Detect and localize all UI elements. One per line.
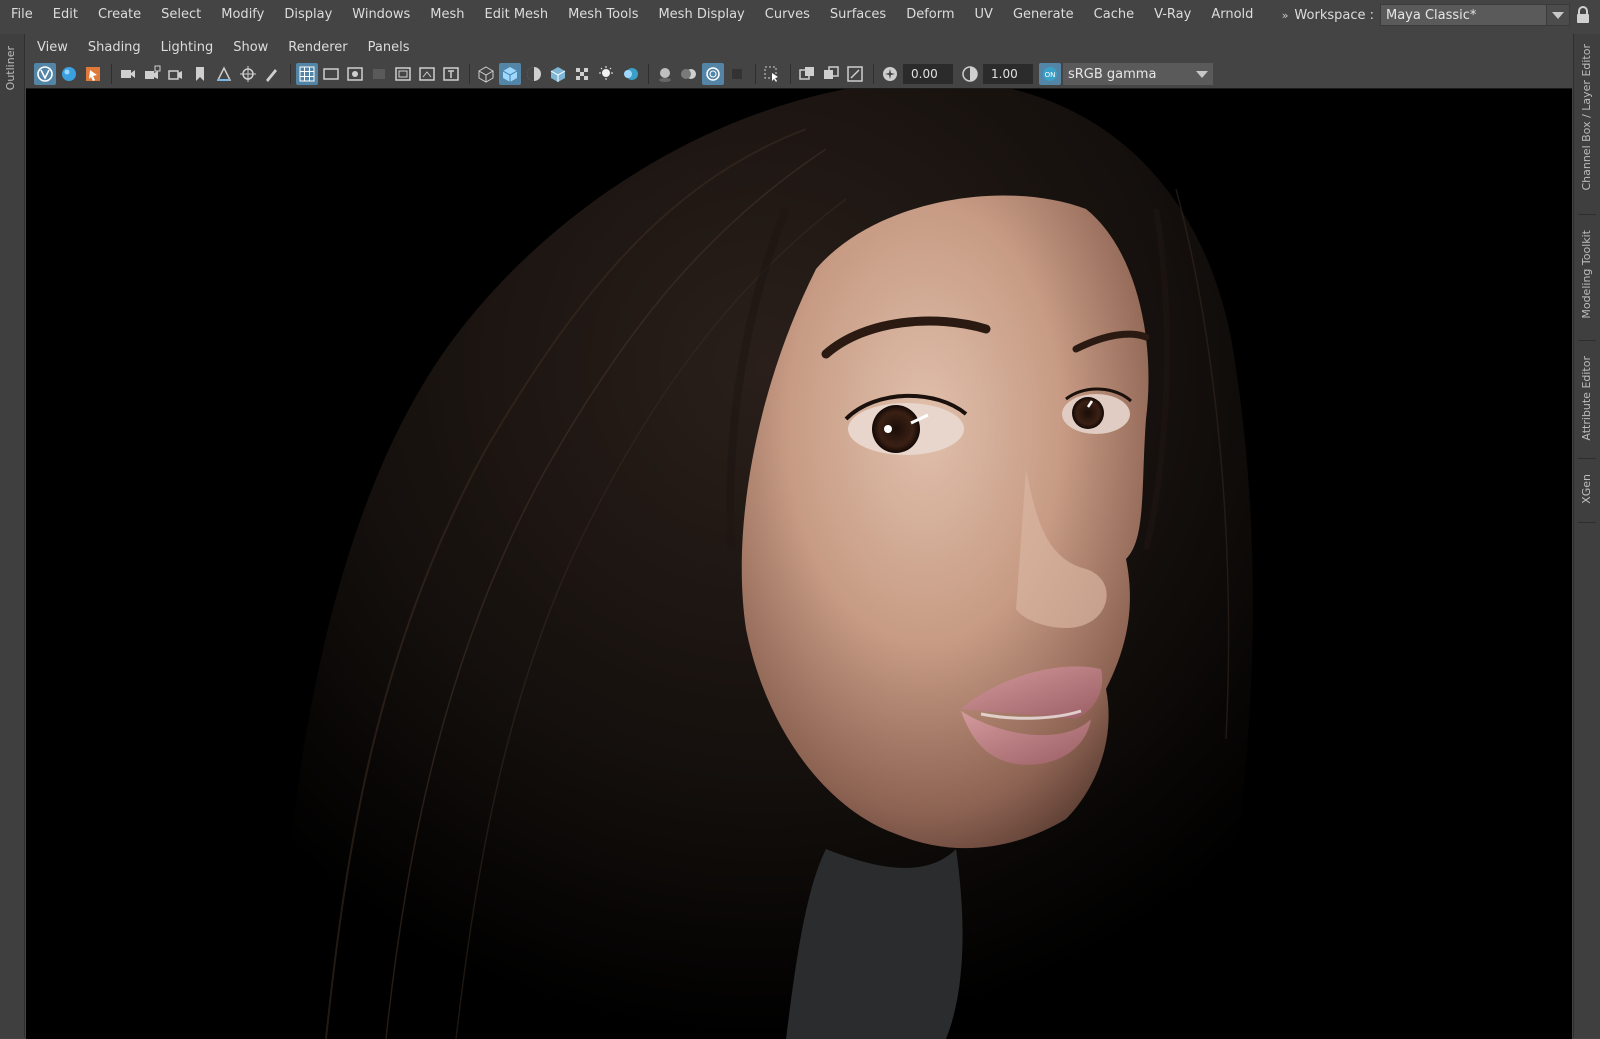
panel-menu-lighting[interactable]: Lighting (151, 36, 224, 60)
main-menu-bar: File Edit Create Select Modify Display W… (0, 0, 1600, 30)
menu-mesh-tools[interactable]: Mesh Tools (558, 0, 648, 30)
toolbar-separator (469, 64, 470, 84)
workspace-label: Workspace : (1294, 7, 1374, 23)
select-camera-icon[interactable] (117, 63, 139, 85)
wireframe-icon[interactable] (475, 63, 497, 85)
gamma-field[interactable]: 1.00 (983, 64, 1033, 84)
isolate-select-icon[interactable] (761, 63, 783, 85)
use-default-material-icon[interactable] (523, 63, 545, 85)
x-ray-joints-icon[interactable] (844, 63, 866, 85)
field-chart-icon[interactable] (392, 63, 414, 85)
smooth-shade-icon[interactable] (499, 63, 521, 85)
color-space-dropdown[interactable]: sRGB gamma (1063, 63, 1213, 85)
menu-v-ray[interactable]: V-Ray (1144, 0, 1201, 30)
menu-windows[interactable]: Windows (342, 0, 420, 30)
select-tool-icon[interactable] (82, 63, 104, 85)
depth-of-field-icon[interactable] (726, 63, 748, 85)
two-d-pan-zoom-icon[interactable] (237, 63, 259, 85)
toolbar-separator (755, 64, 756, 84)
panel-menu-renderer[interactable]: Renderer (278, 36, 357, 60)
toolbar-separator (873, 64, 874, 84)
menu-display[interactable]: Display (274, 0, 342, 30)
svg-text:ON: ON (1045, 71, 1056, 79)
menu-cache[interactable]: Cache (1084, 0, 1144, 30)
panel-menu-shading[interactable]: Shading (78, 36, 151, 60)
toolbar-separator (648, 64, 649, 84)
menu-edit[interactable]: Edit (43, 0, 88, 30)
viewport[interactable] (26, 88, 1572, 1039)
menu-modify[interactable]: Modify (211, 0, 274, 30)
image-plane-icon[interactable] (213, 63, 235, 85)
menu-surfaces[interactable]: Surfaces (820, 0, 896, 30)
multisample-aa-icon[interactable] (702, 63, 724, 85)
lock-icon[interactable] (1576, 6, 1590, 24)
modeling-toolkit-tab[interactable]: Modeling Toolkit (1580, 230, 1593, 319)
film-gate-icon[interactable] (320, 63, 342, 85)
menu-file[interactable]: File (0, 0, 43, 30)
tab-divider (1578, 214, 1596, 215)
exposure-icon[interactable] (879, 63, 901, 85)
right-side-panel: Channel Box / Layer Editor Modeling Tool… (1573, 34, 1600, 1038)
tab-divider (1578, 340, 1596, 341)
use-all-lights-icon[interactable] (595, 63, 617, 85)
render-sphere-icon[interactable] (58, 63, 80, 85)
left-side-panel: Outliner (0, 34, 25, 1038)
chevron-down-icon[interactable] (1191, 64, 1213, 84)
panel-menu-bar: View Shading Lighting Show Renderer Pane… (26, 36, 1572, 60)
toolbar-separator (111, 64, 112, 84)
screen-space-ao-icon[interactable] (654, 63, 676, 85)
menu-create[interactable]: Create (88, 0, 151, 30)
shadows-icon[interactable] (619, 63, 641, 85)
menu-select[interactable]: Select (151, 0, 211, 30)
menu-edit-mesh[interactable]: Edit Mesh (475, 0, 559, 30)
workspace-dropdown[interactable]: Maya Classic* (1380, 4, 1570, 26)
lock-camera-icon[interactable] (141, 63, 163, 85)
tab-divider (1578, 522, 1596, 523)
outliner-tab[interactable]: Outliner (4, 46, 17, 90)
grease-pencil-icon[interactable] (261, 63, 283, 85)
menu-deform[interactable]: Deform (896, 0, 964, 30)
color-space-value: sRGB gamma (1068, 66, 1157, 82)
panel-menu-panels[interactable]: Panels (358, 36, 420, 60)
render-image (26, 89, 1572, 1039)
menu-mesh[interactable]: Mesh (420, 0, 474, 30)
bookmarks-icon[interactable] (189, 63, 211, 85)
safe-action-icon[interactable] (416, 63, 438, 85)
wireframe-on-shaded-icon[interactable] (547, 63, 569, 85)
menu-generate[interactable]: Generate (1003, 0, 1084, 30)
tab-divider (1578, 458, 1596, 459)
double-chevron-icon[interactable]: » (1282, 9, 1289, 22)
workspace-area: » Workspace : Maya Classic* (1282, 4, 1570, 26)
textured-icon[interactable] (571, 63, 593, 85)
v-ray-icon[interactable] (34, 63, 56, 85)
resolution-gate-icon[interactable] (344, 63, 366, 85)
exposure-field[interactable]: 0.00 (903, 64, 953, 84)
workspace-value: Maya Classic* (1386, 7, 1477, 23)
toolbar-separator (790, 64, 791, 84)
menu-arnold[interactable]: Arnold (1201, 0, 1263, 30)
panel-menu-view[interactable]: View (26, 36, 78, 60)
menu-curves[interactable]: Curves (755, 0, 820, 30)
gamma-icon[interactable] (959, 63, 981, 85)
chevron-down-icon[interactable] (1546, 5, 1569, 25)
attribute-editor-tab[interactable]: Attribute Editor (1580, 356, 1593, 441)
toolbar-separator (290, 64, 291, 84)
grid-icon[interactable] (296, 63, 318, 85)
x-ray-active-components-icon[interactable] (820, 63, 842, 85)
menu-uv[interactable]: UV (965, 0, 1003, 30)
safe-title-icon[interactable] (440, 63, 462, 85)
gate-mask-icon[interactable] (368, 63, 390, 85)
panel-menu-show[interactable]: Show (223, 36, 278, 60)
xgen-tab[interactable]: XGen (1580, 474, 1593, 504)
menu-mesh-display[interactable]: Mesh Display (648, 0, 754, 30)
channel-box-tab[interactable]: Channel Box / Layer Editor (1580, 44, 1593, 191)
camera-attributes-icon[interactable] (165, 63, 187, 85)
viewport-toolbar: 0.00 1.00 ON sRGB gamma (26, 61, 1572, 87)
color-management-icon[interactable]: ON (1039, 63, 1061, 85)
motion-blur-icon[interactable] (678, 63, 700, 85)
x-ray-icon[interactable] (796, 63, 818, 85)
